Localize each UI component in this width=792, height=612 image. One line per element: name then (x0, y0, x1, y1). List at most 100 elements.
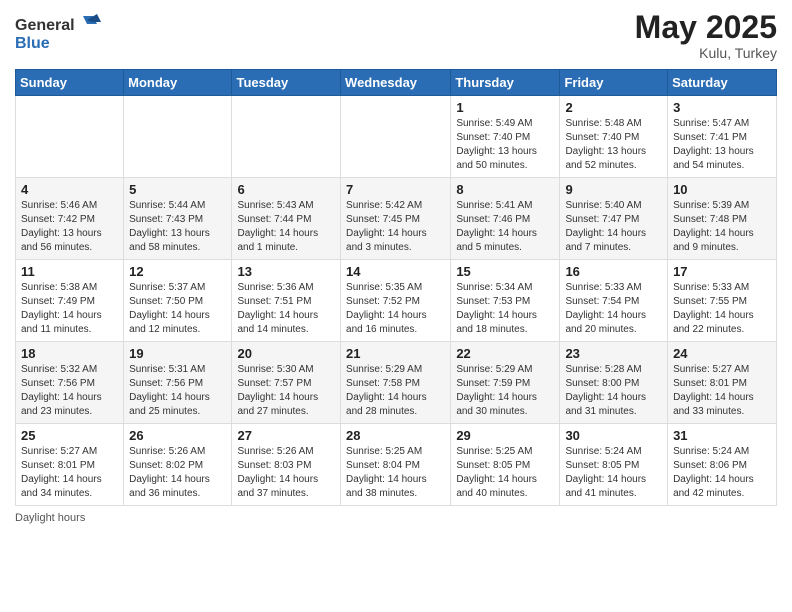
day-cell (16, 96, 124, 178)
day-number: 14 (346, 264, 445, 279)
day-cell: 25Sunrise: 5:27 AM Sunset: 8:01 PM Dayli… (16, 424, 124, 506)
day-cell (232, 96, 341, 178)
day-number: 8 (456, 182, 554, 197)
day-cell: 22 Sunrise: 5:29 AM Sunset: 7:59 PM Dayli… (451, 342, 560, 424)
day-number: 5 (129, 182, 226, 197)
day-info: Sunrise: 5:30 AM Sunset: 7:57 PM Dayligh… (237, 363, 335, 419)
calendar-table: SundayMondayTuesdayWednesdayThursdayFrid… (15, 69, 777, 506)
day-cell: 29 Sunrise: 5:25 AM Sunset: 8:05 PM Dayli… (451, 424, 560, 506)
day-cell (341, 96, 451, 178)
day-info: Sunrise: 5:44 AM Sunset: 7:43 PM Dayligh… (129, 199, 226, 255)
day-info: Sunrise: 5:24 AM Sunset: 8:06 PM Dayligh… (673, 445, 771, 501)
day-number: 2 (565, 100, 662, 115)
day-number: 31 (673, 428, 771, 443)
week-row-5: 25Sunrise: 5:27 AM Sunset: 8:01 PM Dayli… (16, 424, 777, 506)
day-info: Sunrise: 5:46 AM Sunset: 7:42 PM Dayligh… (21, 199, 118, 255)
day-number: 1 (456, 100, 554, 115)
day-cell: 23 Sunrise: 5:28 AM Sunset: 8:00 PM Dayli… (560, 342, 668, 424)
day-number: 6 (237, 182, 335, 197)
day-cell: 30 Sunrise: 5:24 AM Sunset: 8:05 PM Dayli… (560, 424, 668, 506)
weekday-header-sunday: Sunday (16, 70, 124, 96)
day-cell (124, 96, 232, 178)
day-info: Sunrise: 5:33 AM Sunset: 7:55 PM Dayligh… (673, 281, 771, 337)
day-number: 4 (21, 182, 118, 197)
day-cell: 12Sunrise: 5:37 AM Sunset: 7:50 PM Dayli… (124, 260, 232, 342)
day-number: 18 (21, 346, 118, 361)
day-number: 9 (565, 182, 662, 197)
day-number: 24 (673, 346, 771, 361)
day-cell: 20 Sunrise: 5:30 AM Sunset: 7:57 PM Dayli… (232, 342, 341, 424)
day-number: 29 (456, 428, 554, 443)
day-info: Sunrise: 5:34 AM Sunset: 7:53 PM Dayligh… (456, 281, 554, 337)
weekday-header-friday: Friday (560, 70, 668, 96)
day-number: 11 (21, 264, 118, 279)
week-row-3: 11 Sunrise: 5:38 AM Sunset: 7:49 PM Dayli… (16, 260, 777, 342)
weekday-header-wednesday: Wednesday (341, 70, 451, 96)
day-info: Sunrise: 5:31 AM Sunset: 7:56 PM Dayligh… (129, 363, 226, 419)
day-number: 23 (565, 346, 662, 361)
day-cell: 18Sunrise: 5:32 AM Sunset: 7:56 PM Dayli… (16, 342, 124, 424)
subtitle: Kulu, Turkey (635, 45, 777, 61)
day-info: Sunrise: 5:41 AM Sunset: 7:46 PM Dayligh… (456, 199, 554, 255)
day-number: 16 (565, 264, 662, 279)
day-cell: 11 Sunrise: 5:38 AM Sunset: 7:49 PM Dayli… (16, 260, 124, 342)
day-cell: 10 Sunrise: 5:39 AM Sunset: 7:48 PM Dayli… (668, 178, 777, 260)
month-title: May 2025 (635, 10, 777, 45)
day-cell: 4 Sunrise: 5:46 AM Sunset: 7:42 PM Daylig… (16, 178, 124, 260)
day-cell: 16Sunrise: 5:33 AM Sunset: 7:54 PM Dayli… (560, 260, 668, 342)
day-cell: 2 Sunrise: 5:48 AM Sunset: 7:40 PM Daylig… (560, 96, 668, 178)
svg-text:Blue: Blue (15, 35, 50, 52)
day-info: Sunrise: 5:36 AM Sunset: 7:51 PM Dayligh… (237, 281, 335, 337)
logo: General Blue (15, 10, 105, 55)
day-number: 30 (565, 428, 662, 443)
day-number: 19 (129, 346, 226, 361)
day-number: 15 (456, 264, 554, 279)
day-number: 7 (346, 182, 445, 197)
day-info: Sunrise: 5:38 AM Sunset: 7:49 PM Dayligh… (21, 281, 118, 337)
day-number: 27 (237, 428, 335, 443)
header: General Blue May 2025 Kulu, Turkey (15, 10, 777, 61)
day-info: Sunrise: 5:42 AM Sunset: 7:45 PM Dayligh… (346, 199, 445, 255)
day-number: 28 (346, 428, 445, 443)
day-info: Sunrise: 5:26 AM Sunset: 8:02 PM Dayligh… (129, 445, 226, 501)
day-number: 3 (673, 100, 771, 115)
day-info: Sunrise: 5:39 AM Sunset: 7:48 PM Dayligh… (673, 199, 771, 255)
day-info: Sunrise: 5:48 AM Sunset: 7:40 PM Dayligh… (565, 117, 662, 173)
week-row-1: 1Sunrise: 5:49 AM Sunset: 7:40 PM Daylig… (16, 96, 777, 178)
day-info: Sunrise: 5:35 AM Sunset: 7:52 PM Dayligh… (346, 281, 445, 337)
day-cell: 6 Sunrise: 5:43 AM Sunset: 7:44 PM Daylig… (232, 178, 341, 260)
day-cell: 14 Sunrise: 5:35 AM Sunset: 7:52 PM Dayli… (341, 260, 451, 342)
day-info: Sunrise: 5:27 AM Sunset: 8:01 PM Dayligh… (673, 363, 771, 419)
day-cell: 9 Sunrise: 5:40 AM Sunset: 7:47 PM Daylig… (560, 178, 668, 260)
day-number: 12 (129, 264, 226, 279)
week-row-4: 18Sunrise: 5:32 AM Sunset: 7:56 PM Dayli… (16, 342, 777, 424)
day-cell: 15 Sunrise: 5:34 AM Sunset: 7:53 PM Dayli… (451, 260, 560, 342)
weekday-header-tuesday: Tuesday (232, 70, 341, 96)
day-number: 20 (237, 346, 335, 361)
day-info: Sunrise: 5:27 AM Sunset: 8:01 PM Dayligh… (21, 445, 118, 501)
day-number: 10 (673, 182, 771, 197)
svg-text:General: General (15, 17, 75, 34)
day-info: Sunrise: 5:28 AM Sunset: 8:00 PM Dayligh… (565, 363, 662, 419)
day-info: Sunrise: 5:43 AM Sunset: 7:44 PM Dayligh… (237, 199, 335, 255)
day-info: Sunrise: 5:25 AM Sunset: 8:04 PM Dayligh… (346, 445, 445, 501)
day-info: Sunrise: 5:26 AM Sunset: 8:03 PM Dayligh… (237, 445, 335, 501)
day-info: Sunrise: 5:25 AM Sunset: 8:05 PM Dayligh… (456, 445, 554, 501)
day-number: 21 (346, 346, 445, 361)
day-cell: 7 Sunrise: 5:42 AM Sunset: 7:45 PM Daylig… (341, 178, 451, 260)
logo-svg: General Blue (15, 10, 105, 55)
day-cell: 28 Sunrise: 5:25 AM Sunset: 8:04 PM Dayli… (341, 424, 451, 506)
day-cell: 17 Sunrise: 5:33 AM Sunset: 7:55 PM Dayli… (668, 260, 777, 342)
page: General Blue May 2025 Kulu, Turkey Sunda… (0, 0, 792, 612)
footer-note: Daylight hours (15, 512, 777, 524)
day-cell: 31 Sunrise: 5:24 AM Sunset: 8:06 PM Dayli… (668, 424, 777, 506)
day-info: Sunrise: 5:24 AM Sunset: 8:05 PM Dayligh… (565, 445, 662, 501)
day-info: Sunrise: 5:40 AM Sunset: 7:47 PM Dayligh… (565, 199, 662, 255)
day-number: 17 (673, 264, 771, 279)
day-cell: 24 Sunrise: 5:27 AM Sunset: 8:01 PM Dayli… (668, 342, 777, 424)
day-number: 22 (456, 346, 554, 361)
weekday-header-thursday: Thursday (451, 70, 560, 96)
day-cell: 19 Sunrise: 5:31 AM Sunset: 7:56 PM Dayli… (124, 342, 232, 424)
title-block: May 2025 Kulu, Turkey (635, 10, 777, 61)
day-info: Sunrise: 5:29 AM Sunset: 7:59 PM Dayligh… (456, 363, 554, 419)
